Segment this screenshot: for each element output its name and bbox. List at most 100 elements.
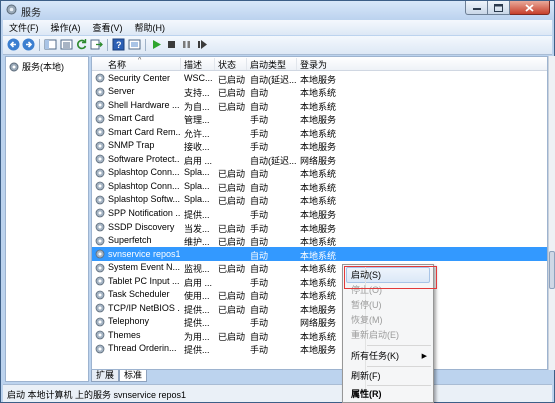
title-bar[interactable]: 服务: [1, 1, 554, 19]
table-row[interactable]: Tablet PC Input ... 启用 ... 手动 本地系统: [92, 274, 547, 288]
refresh-icon[interactable]: [75, 38, 88, 51]
maximize-button[interactable]: [488, 1, 510, 15]
context-menu-resume[interactable]: 恢复(M): [351, 313, 431, 328]
table-row[interactable]: SPP Notification ... 提供... 手动 本地服务: [92, 206, 547, 220]
service-description: 提供...: [184, 345, 210, 356]
context-menu-pause[interactable]: 暂停(U): [351, 298, 431, 313]
service-description: 监视...: [184, 264, 210, 275]
pause-service-icon[interactable]: [180, 38, 193, 51]
column-header-description[interactable]: 描述: [181, 58, 215, 70]
service-startup-type: 自动: [250, 291, 269, 302]
service-log-on-as: 本地服务: [300, 345, 337, 356]
service-name: Tablet PC Input ...: [108, 275, 180, 286]
service-name: Security Center: [108, 72, 171, 83]
service-description: Spla...: [184, 180, 210, 191]
column-header-startup-type[interactable]: 启动类型: [247, 58, 297, 70]
service-log-on-as: 本地系统: [300, 250, 337, 261]
service-startup-type: 手动: [250, 115, 269, 126]
table-row[interactable]: svnservice repos1 自动 本地系统: [92, 247, 547, 261]
service-gear-icon: [95, 114, 105, 124]
scrollbar-thumb[interactable]: [549, 251, 555, 289]
properties-list-icon[interactable]: [60, 38, 73, 51]
tab-standard[interactable]: 标准: [119, 370, 148, 382]
table-row[interactable]: TCP/IP NetBIOS ... 提供... 已启动 自动 本地服务: [92, 301, 547, 315]
context-menu-refresh[interactable]: 刷新(F): [351, 369, 431, 384]
table-row[interactable]: Security Center WSC... 已启动 自动(延迟... 本地服务: [92, 71, 547, 85]
table-row[interactable]: Themes 为用... 已启动 自动 本地系统: [92, 328, 547, 342]
service-gear-icon: [95, 317, 105, 327]
service-name: System Event N...: [108, 262, 180, 273]
service-startup-type: 自动: [250, 182, 269, 193]
table-row[interactable]: SNMP Trap 接收... 手动 本地服务: [92, 139, 547, 153]
tree-item-services-local[interactable]: 服务(本地): [9, 60, 64, 73]
stop-service-icon[interactable]: [165, 38, 178, 51]
services-list-pane[interactable]: 名称 ^ 描述 状态 启动类型 登录为 Security Center WSC..…: [91, 56, 548, 370]
table-row[interactable]: Thread Orderin... 提供... 手动 本地服务: [92, 342, 547, 356]
service-status: 已启动: [218, 196, 246, 207]
column-header-log-on-as[interactable]: 登录为: [297, 58, 547, 70]
service-status: 已启动: [218, 223, 246, 234]
service-gear-icon: [95, 154, 105, 164]
column-header-name[interactable]: 名称 ^: [92, 57, 181, 70]
start-service-icon[interactable]: [150, 38, 163, 51]
service-description: WSC...: [184, 72, 213, 83]
service-status: 已启动: [218, 291, 246, 302]
table-row[interactable]: Splashtop Conn... Spla... 已启动 自动 本地系统: [92, 166, 547, 180]
table-row[interactable]: Splashtop Conn... Spla... 已启动 自动 本地系统: [92, 179, 547, 193]
service-gear-icon: [95, 249, 105, 259]
table-row[interactable]: Task Scheduler 使用... 已启动 自动 本地系统: [92, 288, 547, 302]
tab-extended[interactable]: 扩展: [91, 370, 120, 382]
vertical-scrollbar[interactable]: [548, 56, 555, 370]
sort-ascending-icon: ^: [138, 57, 142, 64]
restart-service-icon[interactable]: [195, 38, 208, 51]
context-menu-properties[interactable]: 属性(R): [351, 387, 431, 402]
back-icon[interactable]: [7, 38, 20, 51]
service-startup-type: 自动: [250, 101, 269, 112]
close-button[interactable]: [510, 1, 550, 15]
service-description: 当发...: [184, 223, 210, 234]
service-startup-type: 自动: [250, 196, 269, 207]
context-menu-all-tasks[interactable]: 所有任务(K) ▶: [351, 349, 431, 364]
table-row[interactable]: Telephony 提供... 手动 网络服务: [92, 315, 547, 329]
service-name: TCP/IP NetBIOS ...: [108, 302, 180, 313]
context-menu-restart[interactable]: 重新启动(E): [351, 328, 431, 343]
menu-view[interactable]: 查看(V): [87, 21, 129, 34]
table-row[interactable]: Smart Card Rem... 允许... 手动 本地系统: [92, 125, 547, 139]
services-app-icon: [6, 4, 17, 15]
service-startup-type: 手动: [250, 142, 269, 153]
service-name: Superfetch: [108, 235, 152, 246]
table-row[interactable]: Server 支持... 已启动 自动 本地系统: [92, 85, 547, 99]
console-tree-icon[interactable]: [44, 38, 57, 51]
export-icon[interactable]: [90, 38, 103, 51]
column-header-status[interactable]: 状态: [215, 58, 247, 70]
service-name: SSDP Discovery: [108, 221, 175, 232]
forward-icon[interactable]: [22, 38, 35, 51]
menu-action[interactable]: 操作(A): [45, 21, 87, 34]
help-icon[interactable]: ?: [112, 38, 125, 51]
menu-help[interactable]: 帮助(H): [129, 21, 172, 34]
service-startup-type: 手动: [250, 128, 269, 139]
table-row[interactable]: Software Protect... 启用 ... 自动(延迟... 网络服务: [92, 152, 547, 166]
table-row[interactable]: Superfetch 维护... 已启动 自动 本地系统: [92, 234, 547, 248]
service-name: SPP Notification ...: [108, 207, 180, 218]
service-gear-icon: [95, 181, 105, 191]
table-row[interactable]: Smart Card 管理... 手动 本地服务: [92, 112, 547, 126]
service-description: 提供...: [184, 304, 210, 315]
view-icon[interactable]: [128, 38, 141, 51]
minimize-button[interactable]: [465, 1, 488, 15]
service-name: Smart Card: [108, 113, 155, 124]
service-gear-icon: [95, 127, 105, 137]
menu-file[interactable]: 文件(F): [3, 21, 45, 34]
console-tree-pane[interactable]: 服务(本地): [5, 56, 89, 382]
view-tabs: 扩展 标准: [91, 370, 148, 382]
service-log-on-as: 网络服务: [300, 318, 337, 329]
service-log-on-as: 本地服务: [300, 304, 337, 315]
service-name: Splashtop Conn...: [108, 167, 180, 178]
table-row[interactable]: Shell Hardware ... 为自... 已启动 自动 本地系统: [92, 98, 547, 112]
table-row[interactable]: SSDP Discovery 当发... 已启动 手动 本地服务: [92, 220, 547, 234]
table-row[interactable]: Splashtop Softw... Spla... 已启动 自动 本地系统: [92, 193, 547, 207]
table-row[interactable]: System Event N... 监视... 已启动 自动 本地系统: [92, 261, 547, 275]
service-description: 维护...: [184, 237, 210, 248]
tree-item-label: 服务(本地): [22, 62, 64, 72]
status-text: 启动 本地计算机 上的服务 svnservice repos1: [7, 390, 187, 400]
